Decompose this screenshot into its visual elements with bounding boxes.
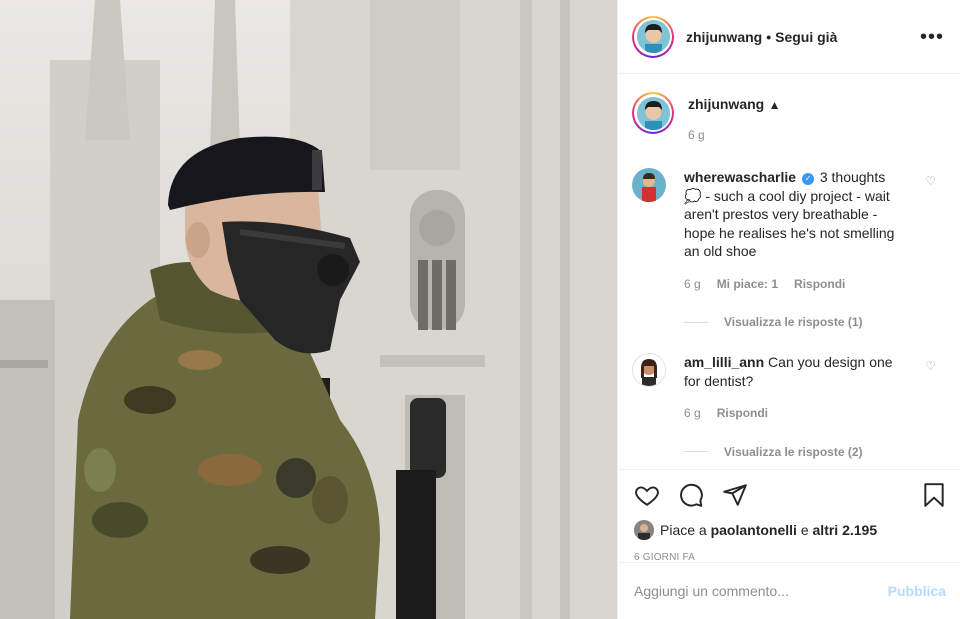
share-paper-plane-icon[interactable]	[722, 482, 748, 508]
post-sidebar: zhijunwang • Segui già ••• zhijunwang ▲ …	[617, 0, 960, 619]
instagram-post: zhijunwang • Segui già ••• zhijunwang ▲ …	[0, 0, 960, 619]
liker-username[interactable]: paolantonelli	[711, 522, 797, 538]
author-username[interactable]: zhijunwang	[686, 29, 762, 45]
view-replies-label: Visualizza le risposte (2)	[724, 444, 863, 459]
reply-button[interactable]: Rispondi	[794, 275, 845, 294]
likes-conjunction: e	[800, 522, 809, 538]
header-title: zhijunwang • Segui già	[686, 29, 920, 45]
likes-prefix: Piace a	[660, 522, 707, 538]
verified-badge-icon: ✓	[801, 173, 814, 185]
likes-summary: Piace a paolantonelli e altri 2.195	[634, 520, 946, 540]
avatar-illustration-icon	[636, 96, 670, 130]
liker-avatar[interactable]	[634, 520, 654, 540]
avatar-illustration-icon	[634, 520, 654, 540]
comment-item: am_lilli_ann Can you design one for dent…	[632, 353, 944, 423]
comment-body: am_lilli_ann Can you design one for dent…	[684, 353, 896, 423]
comments-section[interactable]: zhijunwang ▲ 6 g wherewascharlie ✓ 3 tho…	[618, 74, 960, 469]
post-header: zhijunwang • Segui già •••	[618, 0, 960, 74]
add-comment-bar: Pubblica	[618, 562, 960, 619]
author-avatar[interactable]	[632, 15, 674, 58]
comment-username[interactable]: am_lilli_ann	[684, 354, 764, 370]
caption-username[interactable]: zhijunwang	[688, 96, 764, 112]
commenter-avatar[interactable]	[632, 353, 666, 387]
heart-icon[interactable]	[634, 482, 660, 508]
replies-divider	[684, 321, 708, 323]
comment-meta: 6 g Rispondi	[684, 404, 896, 423]
more-horizontal-icon[interactable]: •••	[920, 27, 944, 47]
avatar-illustration-icon	[636, 20, 670, 53]
comment-body: wherewascharlie ✓ 3 thoughts 💭 - such a …	[684, 168, 896, 293]
action-icons	[634, 478, 946, 512]
caption-row: zhijunwang ▲ 6 g	[632, 92, 944, 142]
avatar-frame	[634, 17, 672, 56]
follow-button[interactable]: Segui già	[775, 29, 837, 45]
comment-age: 6 g	[684, 406, 701, 420]
view-replies-label: Visualizza le risposte (1)	[724, 315, 863, 329]
likes-count[interactable]: altri 2.195	[813, 522, 878, 538]
post-photo[interactable]	[0, 0, 617, 619]
avatar-illustration-icon	[632, 168, 666, 202]
avatar-image	[636, 96, 670, 130]
comment-bubble-icon[interactable]	[678, 482, 704, 508]
avatar-image	[636, 20, 670, 53]
comment-username[interactable]: wherewascharlie	[684, 169, 796, 185]
caption-age: 6 g	[688, 128, 705, 142]
comment-item: wherewascharlie ✓ 3 thoughts 💭 - such a …	[632, 168, 944, 293]
comment-age: 6 g	[684, 276, 701, 291]
reply-button[interactable]: Rispondi	[717, 404, 768, 423]
avatar-illustration-icon	[633, 354, 665, 386]
replies-divider	[684, 451, 708, 452]
avatar-frame	[634, 94, 672, 132]
header-separator: •	[766, 28, 772, 45]
comment-like-heart-icon[interactable]: ♡	[925, 174, 936, 188]
caption-avatar[interactable]	[632, 92, 674, 134]
actions-bar: Piace a paolantonelli e altri 2.195 6 GI…	[618, 469, 960, 619]
view-replies-button[interactable]: Visualizza le risposte (1)	[684, 315, 944, 329]
caption-body: zhijunwang ▲ 6 g	[688, 92, 781, 142]
comment-like-heart-icon[interactable]: ♡	[925, 359, 936, 373]
photo-soldier-duomo	[0, 0, 617, 619]
view-replies-button[interactable]: Visualizza le risposte (2)	[684, 445, 944, 459]
comment-likes[interactable]: Mi piace: 1	[717, 275, 778, 294]
caption-text: ▲	[768, 98, 781, 112]
commenter-avatar[interactable]	[632, 168, 666, 202]
caption-meta: 6 g	[688, 128, 781, 142]
publish-button[interactable]: Pubblica	[888, 583, 946, 599]
bookmark-icon[interactable]	[922, 482, 946, 508]
comment-meta: 6 g Mi piace: 1 Rispondi	[684, 275, 896, 294]
action-icons-left	[634, 482, 922, 508]
comment-input[interactable]	[634, 583, 888, 599]
